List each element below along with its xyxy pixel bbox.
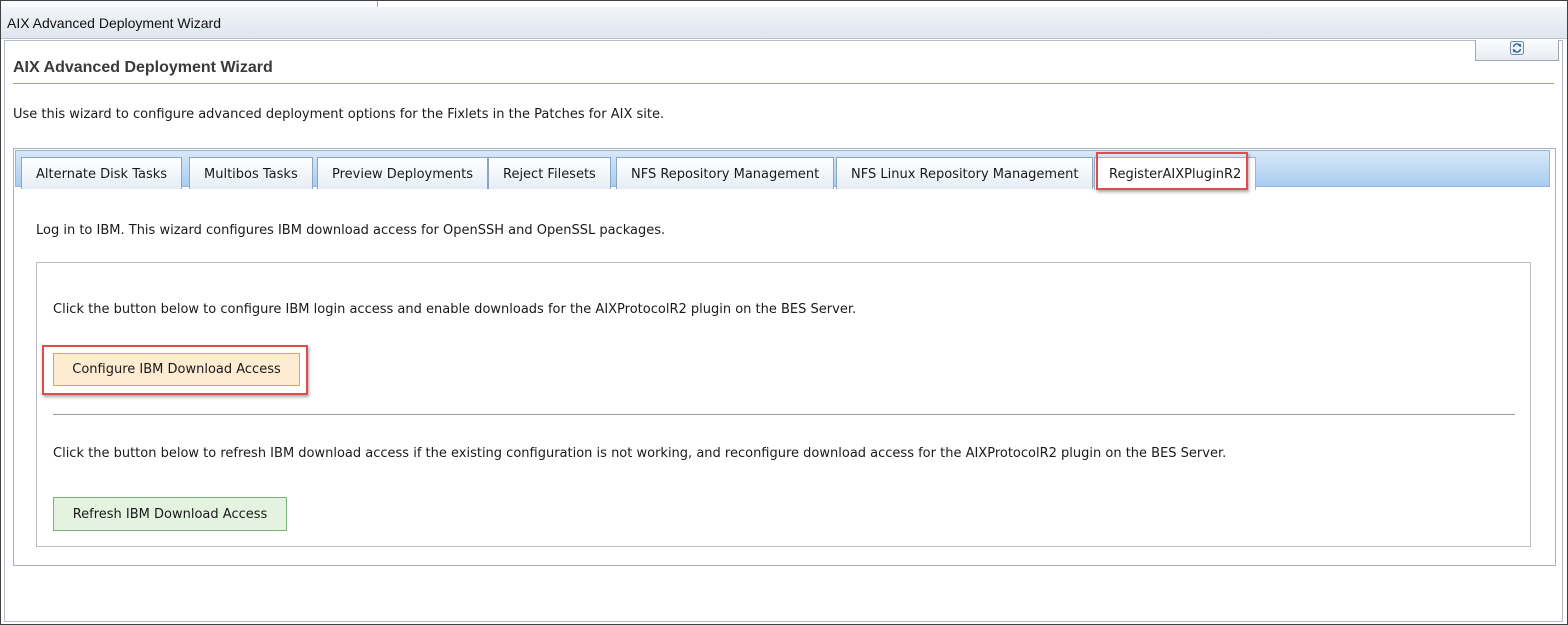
refresh-instruction: Click the button below to refresh IBM do… (53, 446, 1227, 461)
refresh-icon (1509, 40, 1525, 60)
window-title: AIX Advanced Deployment Wizard (7, 15, 221, 31)
tab-multibos-tasks[interactable]: Multibos Tasks (189, 157, 313, 189)
tab-reject-filesets[interactable]: Reject Filesets (488, 157, 611, 189)
heading-divider (13, 83, 1554, 84)
section-divider (53, 414, 1515, 415)
tab-bar: Alternate Disk Tasks Multibos Tasks Prev… (15, 150, 1550, 190)
tab-nfs-repository-management[interactable]: NFS Repository Management (616, 157, 835, 189)
tab-preview-deployments[interactable]: Preview Deployments (317, 157, 489, 189)
tab-nfs-linux-repository-management[interactable]: NFS Linux Repository Management (836, 157, 1094, 189)
tab-description: Log in to IBM. This wizard configures IB… (36, 223, 666, 238)
tab-register-aix-plugin-r2[interactable]: RegisterAIXPluginR2 (1094, 157, 1257, 190)
refresh-button[interactable] (1475, 40, 1559, 61)
page-title: AIX Advanced Deployment Wizard (13, 59, 273, 76)
configure-instruction: Click the button below to configure IBM … (53, 302, 857, 317)
intro-text: Use this wizard to configure advanced de… (13, 107, 665, 122)
window-titlebar: AIX Advanced Deployment Wizard (1, 7, 1567, 39)
refresh-download-access-button[interactable]: Refresh IBM Download Access (53, 497, 287, 531)
configure-download-access-button[interactable]: Configure IBM Download Access (53, 353, 300, 386)
tab-alternate-disk-tasks[interactable]: Alternate Disk Tasks (21, 157, 183, 189)
